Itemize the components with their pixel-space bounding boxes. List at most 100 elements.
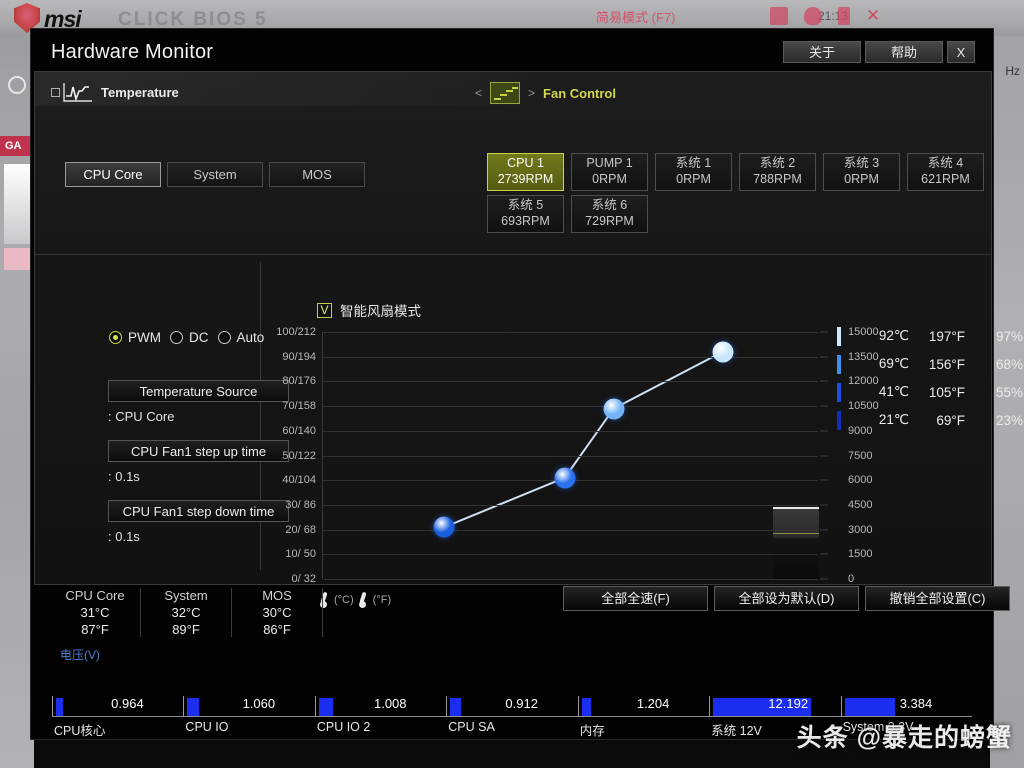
fan-button-sys1[interactable]: 系统 1 0RPM bbox=[655, 153, 732, 191]
voltage-value: 3.384 bbox=[899, 696, 933, 711]
smart-fan-mode-checkbox[interactable]: V 智能风扇模式 bbox=[317, 300, 421, 320]
fan-name: 系统 5 bbox=[507, 198, 544, 213]
fan-button-cpu1[interactable]: CPU 1 2739RPM bbox=[487, 153, 564, 191]
legend-color-swatch bbox=[837, 410, 841, 430]
fan-rpm: 0RPM bbox=[676, 172, 711, 186]
fan-rpm: 2739RPM bbox=[497, 172, 554, 186]
curve-point-2[interactable] bbox=[554, 467, 576, 489]
voltage-bar bbox=[844, 698, 895, 716]
fan-control-section-header: < > Fan Control bbox=[475, 82, 616, 104]
tab-system[interactable]: System bbox=[167, 162, 263, 187]
legend-row: 92℃ 197°F 97% bbox=[837, 322, 1023, 350]
y-axis-tick-mark bbox=[820, 529, 828, 531]
temperature-source-button[interactable]: Temperature Source bbox=[108, 380, 289, 402]
fan-button-sys4[interactable]: 系统 4 621RPM bbox=[907, 153, 984, 191]
radio-pwm[interactable]: PWM bbox=[109, 330, 161, 345]
radio-auto[interactable]: Auto bbox=[217, 330, 265, 345]
tab-mos[interactable]: MOS bbox=[269, 162, 365, 187]
summary-fahrenheit: 89°F bbox=[172, 622, 200, 637]
summary-celsius: 30°C bbox=[262, 605, 292, 620]
fan-button-sys5[interactable]: 系统 5 693RPM bbox=[487, 195, 564, 233]
about-button[interactable]: 关于 bbox=[783, 41, 861, 63]
bios-left-panel: GA bbox=[0, 36, 34, 768]
voltage-bar bbox=[450, 698, 462, 716]
voltage-bar bbox=[581, 698, 591, 716]
radio-dot-icon bbox=[217, 331, 231, 344]
bios-left-panel-block-1 bbox=[4, 164, 30, 244]
voltage-bar bbox=[56, 698, 63, 716]
tab-cpu-core[interactable]: CPU Core bbox=[65, 162, 161, 187]
y-axis-tick-left: 20/ 68 bbox=[285, 523, 316, 536]
fan-rpm: 788RPM bbox=[753, 172, 802, 186]
step-down-time-button[interactable]: CPU Fan1 step down time bbox=[108, 500, 289, 522]
fan-button-sys3[interactable]: 系统 3 0RPM bbox=[823, 153, 900, 191]
y-axis-tick-right: 1500 bbox=[848, 548, 873, 561]
legend-fahrenheit: 105°F bbox=[928, 384, 965, 400]
summary-system: System 32°C 89°F bbox=[141, 588, 232, 637]
bios-easy-mode-hint[interactable]: 简易模式 (F7) bbox=[596, 7, 675, 26]
bios-close-icon[interactable]: ✕ bbox=[866, 6, 880, 26]
temperature-summary: CPU Core 31°C 87°F System 32°C 89°F MOS … bbox=[50, 588, 323, 637]
next-arrow-icon[interactable]: > bbox=[528, 86, 535, 100]
y-axis-tick-mark bbox=[820, 553, 828, 555]
help-button[interactable]: 帮助 bbox=[865, 41, 943, 63]
fan-control-section-title: Fan Control bbox=[543, 85, 616, 101]
monitor-body: Temperature < > Fan Control CPU Core Sys… bbox=[34, 71, 1023, 608]
summary-fahrenheit: 87°F bbox=[81, 622, 109, 637]
chart-gridline bbox=[323, 579, 818, 580]
step-down-time-value: : 0.1s bbox=[108, 529, 140, 544]
close-button[interactable]: X bbox=[947, 41, 975, 63]
bios-right-label: Hz bbox=[1005, 64, 1020, 78]
fan-rpm: 0RPM bbox=[844, 172, 879, 186]
fan-button-sys2[interactable]: 系统 2 788RPM bbox=[739, 153, 816, 191]
chart-gridline bbox=[323, 455, 818, 457]
chart-plot-area[interactable]: 100/212 15000 90/194 13500 80/176 12000 70/158… bbox=[276, 326, 878, 585]
chart-gridline bbox=[323, 529, 818, 531]
fan-button-pump1[interactable]: PUMP 1 0RPM bbox=[571, 153, 648, 191]
all-full-speed-button[interactable]: 全部全速(F) bbox=[563, 586, 708, 611]
temperature-tabs: CPU Core System MOS bbox=[65, 162, 365, 187]
fan-name: 系统 1 bbox=[675, 156, 712, 171]
favorites-icon[interactable] bbox=[838, 7, 850, 25]
voltage-label: 系统 12V bbox=[711, 724, 762, 738]
voltage-value: 0.912 bbox=[505, 696, 538, 711]
radio-dc[interactable]: DC bbox=[170, 330, 209, 345]
voltage-value: 1.008 bbox=[373, 696, 407, 711]
undo-all-button[interactable]: 撤销全部设置(C) bbox=[865, 586, 1010, 611]
voltage-value: 1.204 bbox=[636, 696, 670, 711]
y-axis-tick-left: 10/ 50 bbox=[285, 548, 316, 561]
fan-curve-chart: V 智能风扇模式 100/212 15000 90/194 13500 80/176 12… bbox=[275, 264, 1023, 608]
voltage-bar bbox=[318, 698, 333, 716]
legend-celsius: 92℃ bbox=[878, 328, 909, 343]
window-buttons: 关于 帮助 X bbox=[783, 41, 975, 63]
all-default-button[interactable]: 全部设为默认(D) bbox=[714, 586, 859, 611]
fan-button-sys6[interactable]: 系统 6 729RPM bbox=[571, 195, 648, 233]
voltage-label: CPU核心 bbox=[54, 724, 106, 738]
chart-gridline bbox=[323, 356, 818, 358]
summary-celsius: 32°C bbox=[171, 605, 201, 620]
curve-point-3[interactable] bbox=[603, 398, 625, 420]
watermark: 头条 @暴走的螃蟹 bbox=[796, 724, 1012, 752]
curve-point-1[interactable] bbox=[433, 516, 455, 538]
prev-arrow-icon[interactable]: < bbox=[475, 86, 482, 100]
unit-fahrenheit-label: (°F) bbox=[372, 593, 392, 606]
y-axis-tick-right: 6000 bbox=[848, 474, 873, 487]
clock-icon bbox=[8, 76, 26, 94]
voltage-bar bbox=[187, 698, 200, 716]
y-axis-tick-mark bbox=[820, 405, 828, 407]
curve-point-4[interactable] bbox=[712, 341, 734, 363]
action-buttons: 全部全速(F) 全部设为默认(D) 撤销全部设置(C) bbox=[563, 586, 1010, 611]
keyboard-icon[interactable] bbox=[770, 7, 788, 25]
step-up-time-button[interactable]: CPU Fan1 step up time bbox=[108, 440, 289, 462]
fan-rpm: 0RPM bbox=[592, 172, 627, 186]
voltage-section-title: 电压(V) bbox=[60, 648, 100, 662]
fan-name: 系统 6 bbox=[591, 198, 628, 213]
screenshot-icon[interactable] bbox=[804, 7, 822, 25]
fan-name: PUMP 1 bbox=[586, 156, 633, 171]
chart-gridline bbox=[323, 554, 818, 556]
voltage-tick bbox=[314, 696, 316, 716]
radio-label: Auto bbox=[236, 330, 265, 345]
section-divider bbox=[35, 254, 991, 255]
fan-name: 系统 2 bbox=[759, 156, 796, 171]
bios-side-tab[interactable]: GA bbox=[0, 136, 34, 156]
